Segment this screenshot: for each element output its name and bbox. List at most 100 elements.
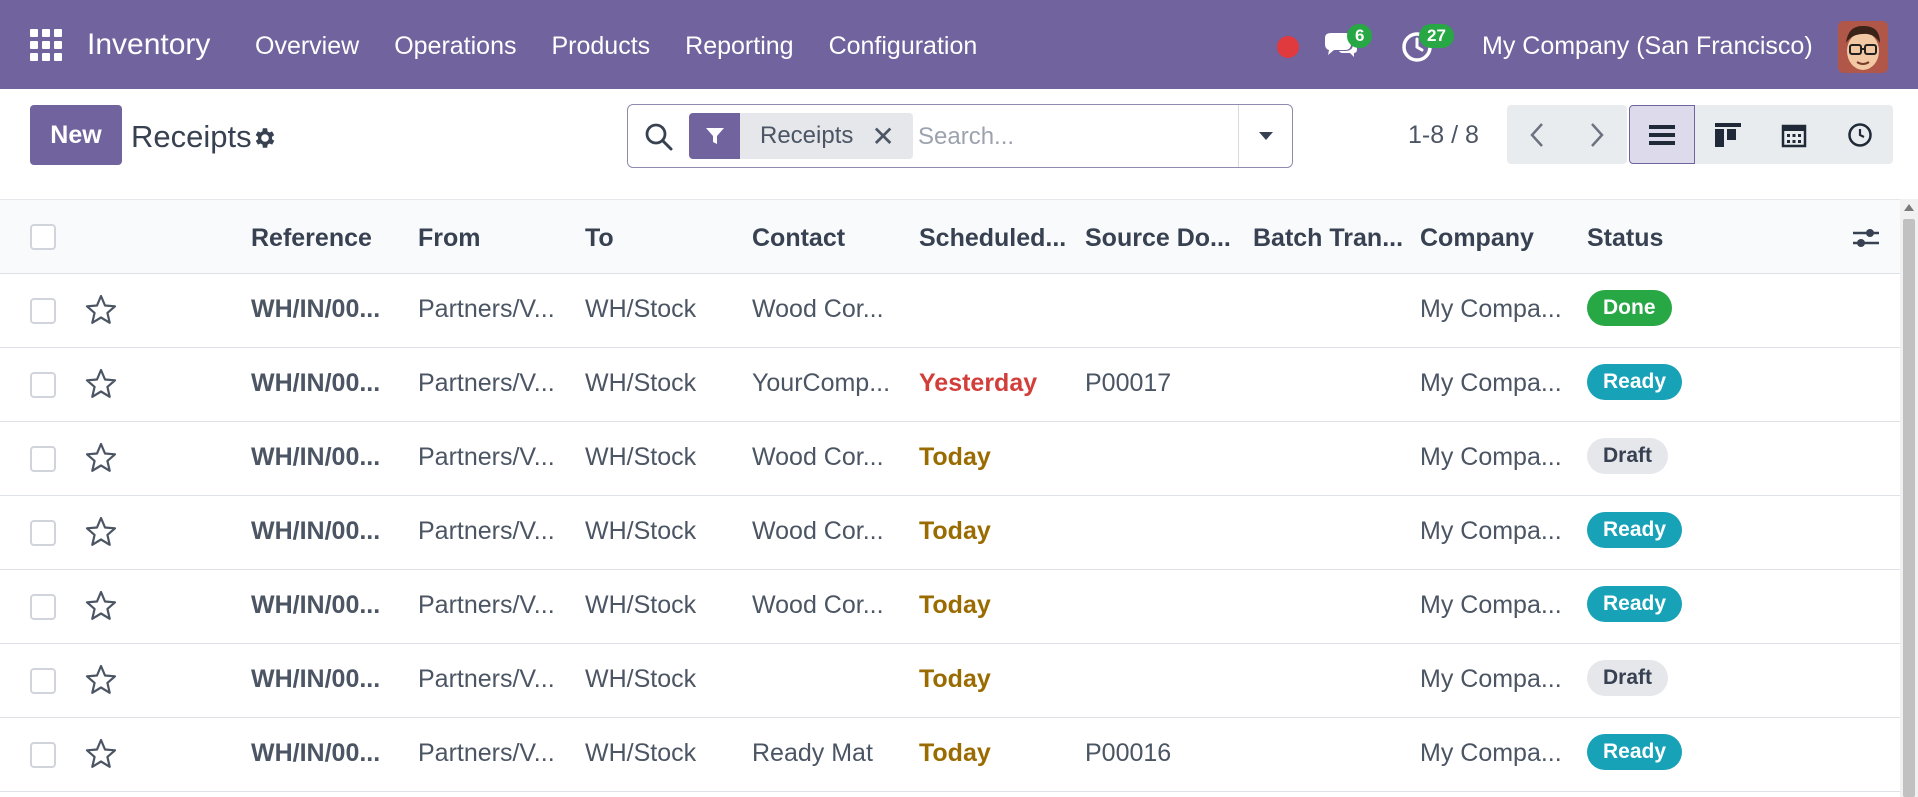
table-row[interactable]: WH/IN/00... Partners/V... WH/Stock YourComp… bbox=[0, 348, 1900, 422]
table-row[interactable]: WH/IN/00... Partners/V... WH/Stock Today My … bbox=[0, 644, 1900, 718]
favorite-star-icon[interactable] bbox=[84, 589, 118, 623]
activities-count-badge: 27 bbox=[1419, 24, 1454, 48]
facet-label: Receipts bbox=[740, 113, 870, 159]
status-badge: Ready bbox=[1587, 364, 1683, 400]
cell-source: P00017 bbox=[1085, 369, 1172, 397]
top-navbar: Inventory Overview Operations Products R… bbox=[0, 0, 1918, 89]
new-button[interactable]: New bbox=[30, 105, 122, 165]
scroll-up-arrow-icon[interactable] bbox=[1904, 204, 1914, 211]
cell-company: My Compa... bbox=[1420, 739, 1562, 767]
cell-contact: Wood Cor... bbox=[752, 443, 884, 471]
chevron-right-icon bbox=[1591, 122, 1604, 147]
search-icon[interactable] bbox=[644, 122, 674, 152]
table-row[interactable]: WH/IN/00... Partners/V... WH/Stock Ready Ma… bbox=[0, 718, 1900, 792]
app-name[interactable]: Inventory bbox=[87, 28, 210, 62]
menu-item-overview[interactable]: Overview bbox=[255, 32, 359, 61]
menu-item-reporting[interactable]: Reporting bbox=[685, 32, 793, 61]
status-badge: Draft bbox=[1587, 660, 1669, 696]
favorite-star-icon[interactable] bbox=[84, 737, 118, 771]
app-menu-icon[interactable] bbox=[30, 29, 64, 61]
cell-scheduled: Today bbox=[919, 517, 991, 545]
cell-reference: WH/IN/00... bbox=[251, 591, 381, 619]
favorite-star-icon[interactable] bbox=[84, 293, 118, 327]
kanban-view-button[interactable] bbox=[1695, 105, 1761, 164]
cell-from: Partners/V... bbox=[418, 443, 555, 471]
pager-value[interactable]: 1-8 / 8 bbox=[1408, 121, 1479, 150]
activity-view-button[interactable] bbox=[1827, 105, 1893, 164]
pager-previous-button[interactable] bbox=[1507, 105, 1567, 164]
favorite-star-icon[interactable] bbox=[84, 663, 118, 697]
menu-item-products[interactable]: Products bbox=[551, 32, 650, 61]
facet-remove-icon[interactable]: ✕ bbox=[869, 113, 913, 159]
cell-company: My Compa... bbox=[1420, 591, 1562, 619]
row-checkbox[interactable] bbox=[30, 520, 56, 546]
gear-icon[interactable] bbox=[252, 125, 278, 151]
search-options-toggle[interactable] bbox=[1238, 105, 1292, 167]
row-checkbox[interactable] bbox=[30, 446, 56, 472]
cell-scheduled: Today bbox=[919, 665, 991, 693]
row-checkbox[interactable] bbox=[30, 298, 56, 324]
cell-to: WH/Stock bbox=[585, 591, 697, 619]
messages-count-badge: 6 bbox=[1347, 24, 1373, 48]
cell-scheduled: Today bbox=[919, 443, 991, 471]
table-row[interactable]: WH/IN/00... Partners/V... WH/Stock Wood Cor… bbox=[0, 570, 1900, 644]
scrollbar-thumb[interactable] bbox=[1903, 219, 1915, 797]
filter-icon bbox=[689, 113, 740, 159]
column-header-reference[interactable]: Reference bbox=[251, 224, 372, 253]
vertical-scrollbar[interactable] bbox=[1900, 199, 1918, 797]
chevron-left-icon bbox=[1530, 122, 1543, 147]
favorite-star-icon[interactable] bbox=[84, 515, 118, 549]
cell-contact: Ready Mat bbox=[752, 739, 873, 767]
cell-contact: Wood Cor... bbox=[752, 295, 884, 323]
column-header-to[interactable]: To bbox=[585, 224, 614, 253]
row-checkbox[interactable] bbox=[30, 372, 56, 398]
column-header-contact[interactable]: Contact bbox=[752, 224, 845, 253]
cell-contact: Wood Cor... bbox=[752, 517, 884, 545]
column-header-source-document[interactable]: Source Do... bbox=[1085, 224, 1231, 253]
cell-company: My Compa... bbox=[1420, 369, 1562, 397]
menu-item-operations[interactable]: Operations bbox=[394, 32, 516, 61]
select-all-checkbox[interactable] bbox=[30, 224, 56, 250]
favorite-star-icon[interactable] bbox=[84, 441, 118, 475]
menu-item-configuration[interactable]: Configuration bbox=[829, 32, 978, 61]
status-badge: Ready bbox=[1587, 586, 1683, 622]
status-badge: Done bbox=[1587, 290, 1672, 326]
cell-from: Partners/V... bbox=[418, 369, 555, 397]
pager-next-button[interactable] bbox=[1567, 105, 1627, 164]
calendar-icon bbox=[1781, 124, 1807, 147]
clock-icon bbox=[1848, 122, 1872, 147]
column-header-company[interactable]: Company bbox=[1420, 224, 1534, 253]
row-checkbox[interactable] bbox=[30, 594, 56, 620]
breadcrumb-title: Receipts bbox=[131, 119, 252, 154]
company-switcher[interactable]: My Company (San Francisco) bbox=[1482, 32, 1813, 61]
table-row[interactable]: WH/IN/00... Partners/V... WH/Stock Wood Cor… bbox=[0, 422, 1900, 496]
user-avatar[interactable] bbox=[1838, 21, 1888, 73]
optional-columns-icon[interactable] bbox=[1851, 225, 1881, 251]
column-header-scheduled[interactable]: Scheduled... bbox=[919, 224, 1066, 253]
recording-indicator-icon[interactable] bbox=[1277, 36, 1299, 58]
cell-from: Partners/V... bbox=[418, 665, 555, 693]
cell-reference: WH/IN/00... bbox=[251, 665, 381, 693]
search-input[interactable] bbox=[918, 117, 1218, 157]
row-checkbox[interactable] bbox=[30, 668, 56, 694]
cell-contact: YourComp... bbox=[752, 369, 891, 397]
cell-to: WH/Stock bbox=[585, 517, 697, 545]
column-header-batch-transfer[interactable]: Batch Tran... bbox=[1253, 224, 1403, 253]
cell-reference: WH/IN/00... bbox=[251, 517, 381, 545]
column-header-from[interactable]: From bbox=[418, 224, 481, 253]
cell-from: Partners/V... bbox=[418, 517, 555, 545]
caret-down-icon bbox=[1258, 132, 1273, 140]
cell-company: My Compa... bbox=[1420, 517, 1562, 545]
cell-source: P00016 bbox=[1085, 739, 1172, 767]
table-row[interactable]: WH/IN/00... Partners/V... WH/Stock Wood Cor… bbox=[0, 274, 1900, 348]
favorite-star-icon[interactable] bbox=[84, 367, 118, 401]
cell-from: Partners/V... bbox=[418, 591, 555, 619]
row-checkbox[interactable] bbox=[30, 742, 56, 768]
calendar-view-button[interactable] bbox=[1761, 105, 1827, 164]
cell-to: WH/Stock bbox=[585, 739, 697, 767]
list-view-button[interactable] bbox=[1629, 105, 1695, 164]
column-header-status[interactable]: Status bbox=[1587, 224, 1663, 253]
cell-company: My Compa... bbox=[1420, 295, 1562, 323]
table-header: Reference From To Contact Scheduled... S… bbox=[0, 199, 1900, 274]
table-row[interactable]: WH/IN/00... Partners/V... WH/Stock Wood Cor… bbox=[0, 496, 1900, 570]
